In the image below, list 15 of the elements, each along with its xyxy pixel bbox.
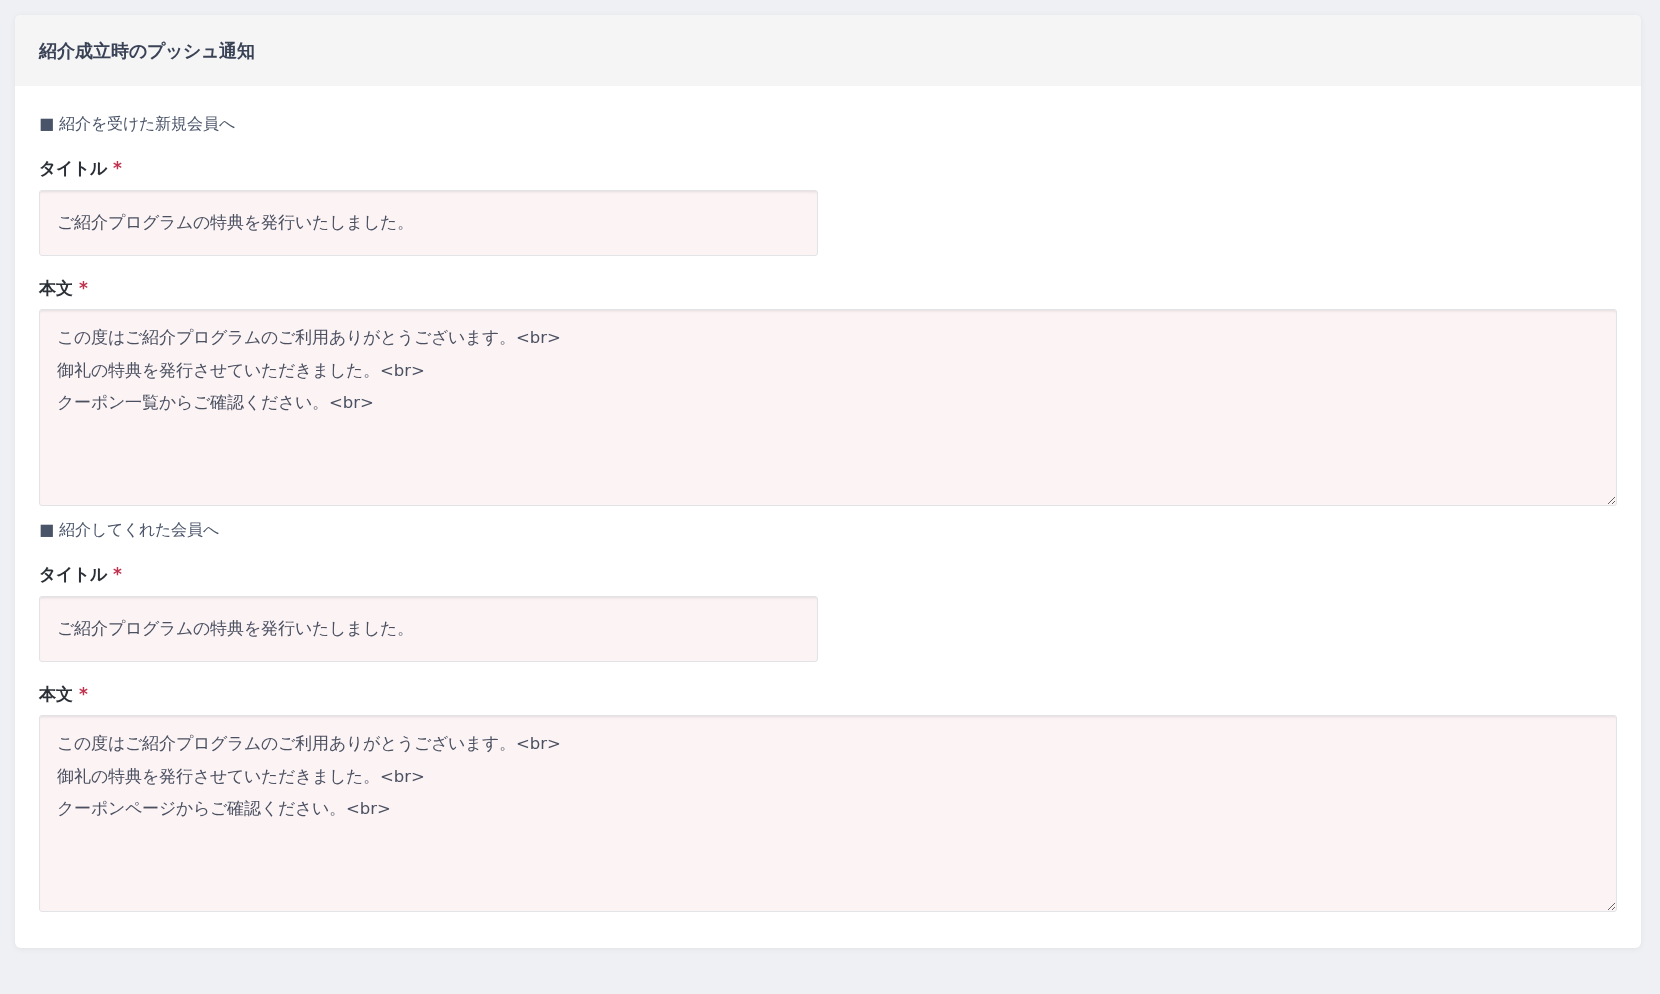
field-label: タイトル bbox=[39, 157, 107, 180]
field-label: タイトル bbox=[39, 563, 107, 586]
field-label: 本文 bbox=[39, 682, 73, 706]
title-input[interactable]: ご紹介プログラムの特典を発行いたしました。 bbox=[39, 189, 818, 256]
field-label: 本文 bbox=[39, 276, 73, 300]
required-mark: * bbox=[113, 157, 122, 180]
required-mark: * bbox=[79, 276, 88, 300]
body-textarea[interactable]: この度はご紹介プログラムのご利用ありがとうございます。<br> 御礼の特典を発行させていただきました。<br> クーポン一覧からご確認ください。<br> bbox=[39, 309, 1617, 506]
section-heading: ■ 紹介してくれた会員へ bbox=[39, 519, 221, 541]
title-input[interactable]: ご紹介プログラムの特典を発行いたしました。 bbox=[39, 595, 818, 662]
body-textarea[interactable]: この度はご紹介プログラムのご利用ありがとうございます。<br> 御礼の特典を発行させていただきました。<br> クーポンページからご確認ください。<br> bbox=[39, 715, 1617, 912]
card-title: 紹介成立時のプッシュ通知 bbox=[39, 39, 255, 62]
required-mark: * bbox=[113, 563, 122, 586]
required-mark: * bbox=[79, 682, 88, 706]
section-heading: ■ 紹介を受けた新規会員へ bbox=[39, 113, 237, 135]
